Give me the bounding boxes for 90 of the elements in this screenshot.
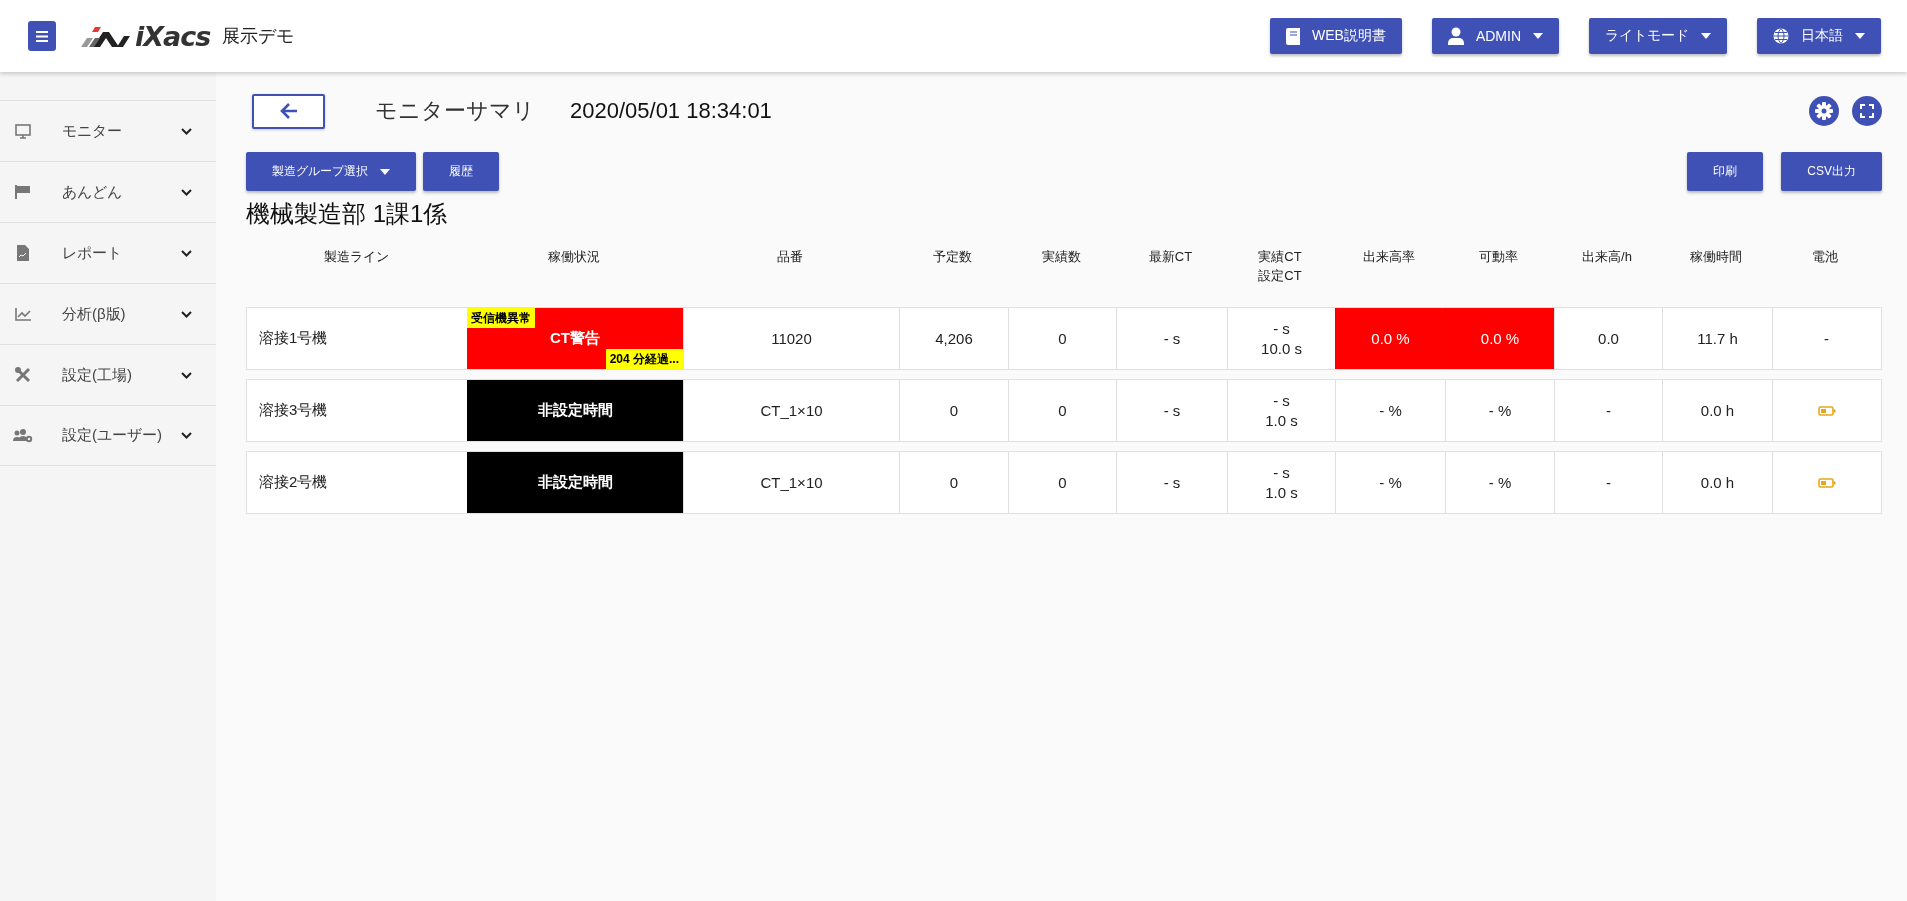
caret-icon	[1701, 33, 1711, 39]
back-button[interactable]	[252, 93, 325, 129]
settings-icon	[1815, 102, 1833, 120]
alert-badge: 受信機異常	[467, 308, 535, 328]
table-cell-text: 溶接1号機	[258, 328, 329, 348]
page-title: モニターサマリ	[375, 97, 535, 125]
language-button[interactable]: 日本語	[1757, 18, 1881, 54]
monitor-icon	[15, 123, 31, 139]
history-button[interactable]: 履歴	[423, 152, 499, 191]
table-cell: CT_1×10	[683, 380, 899, 441]
column-header: 稼働状況	[547, 248, 601, 266]
status-cell: 非設定時間	[467, 380, 683, 441]
flag-icon	[15, 185, 31, 199]
group-select-button[interactable]: 製造グループ選択	[246, 152, 416, 191]
sidebar-item[interactable]: 分析(β版)	[0, 283, 216, 344]
table-cell: 0.0 h	[1662, 380, 1772, 441]
theme-button[interactable]: ライトモード	[1589, 18, 1727, 54]
column-header: 実績CT 設定CT	[1257, 248, 1303, 285]
tools-icon	[15, 367, 31, 383]
table-cell: 0	[1008, 308, 1116, 369]
column-header: 最新CT	[1147, 248, 1194, 266]
users-gear-icon	[13, 428, 33, 443]
column-header: 品番	[776, 248, 804, 266]
menu-button[interactable]	[28, 21, 56, 51]
table-cell: 0.0	[1554, 308, 1662, 369]
table-cell: - %	[1335, 380, 1445, 441]
table-cell: 4,206	[899, 308, 1008, 369]
column-header: 実績数	[1040, 248, 1082, 266]
table-cell: 0	[899, 380, 1008, 441]
table-cell: - %	[1335, 452, 1445, 513]
table-cell: -	[1554, 380, 1662, 441]
fullscreen-button[interactable]	[1852, 96, 1882, 126]
group-heading: 機械製造部 1課1係	[246, 199, 449, 229]
table-cell: 11.7 h	[1662, 308, 1772, 369]
table-cell: - %	[1445, 380, 1554, 441]
table-cell: - s	[1116, 380, 1227, 441]
menu-icon	[36, 30, 48, 42]
globe-icon	[1773, 28, 1789, 44]
manual-button[interactable]: WEB説明書	[1270, 18, 1402, 54]
column-header: 電池	[1811, 248, 1839, 266]
table-cell: 0	[1008, 380, 1116, 441]
table-cell-text: 溶接2号機	[258, 472, 329, 492]
column-header: 稼働時間	[1689, 248, 1743, 266]
column-header: 製造ライン	[322, 248, 390, 266]
fullscreen-icon	[1860, 104, 1874, 118]
caret-icon	[1855, 33, 1865, 39]
table-cell: -	[1772, 308, 1880, 369]
toolbar-button[interactable]: 印刷	[1687, 152, 1764, 191]
elapsed-badge: 204 分経過...	[605, 349, 683, 369]
table-cell: CT_1×10	[683, 452, 899, 513]
battery-icon	[1817, 405, 1836, 416]
logo-text: iXacs	[135, 20, 211, 52]
sidebar-item[interactable]: 設定(工場)	[0, 344, 216, 405]
site-name: 展示デモ	[222, 25, 295, 48]
table-cell: - s 1.0 s	[1227, 380, 1335, 441]
sidebar-item[interactable]: モニター	[0, 100, 216, 161]
caret-icon	[1533, 33, 1543, 39]
chart-icon	[15, 307, 31, 321]
logo-mark-icon	[81, 25, 131, 47]
table-cell: - %	[1445, 452, 1554, 513]
document-icon	[17, 245, 29, 261]
table-cell: - s 1.0 s	[1227, 452, 1335, 513]
table-cell: 0.0 %	[1445, 308, 1554, 369]
column-header: 可動率	[1478, 248, 1519, 266]
column-header: 予定数	[932, 248, 973, 266]
table-cell: - s	[1116, 452, 1227, 513]
table-cell: -	[1554, 452, 1662, 513]
user-menu-button[interactable]: ADMIN	[1431, 18, 1559, 54]
column-header: 出来高/h	[1581, 248, 1633, 266]
battery-icon	[1817, 477, 1836, 488]
sidebar-item[interactable]: レポート	[0, 222, 216, 283]
book-icon	[1286, 27, 1300, 45]
status-cell: 非設定時間	[467, 452, 683, 513]
table-cell: 0.0 h	[1662, 452, 1772, 513]
datetime: 2020/05/01 18:34:01	[570, 98, 772, 124]
table-cell-text: 溶接3号機	[258, 400, 329, 420]
arrow-left-icon	[279, 103, 298, 119]
table-cell: 11020	[683, 308, 899, 369]
status-label: CT警告	[550, 329, 600, 348]
user-icon	[1447, 27, 1464, 45]
table-cell: - s	[1116, 308, 1227, 369]
table-cell: 0	[899, 452, 1008, 513]
column-header: 出来高率	[1362, 248, 1416, 266]
caret-icon	[380, 168, 390, 175]
sidebar-item[interactable]: あんどん	[0, 161, 216, 222]
toolbar-button[interactable]: CSV出力	[1781, 152, 1882, 191]
table-cell: 0	[1008, 452, 1116, 513]
sidebar-item[interactable]: 設定(ユーザー)	[0, 405, 216, 466]
settings-button[interactable]	[1809, 96, 1839, 126]
table-cell: 0.0 %	[1335, 308, 1445, 369]
